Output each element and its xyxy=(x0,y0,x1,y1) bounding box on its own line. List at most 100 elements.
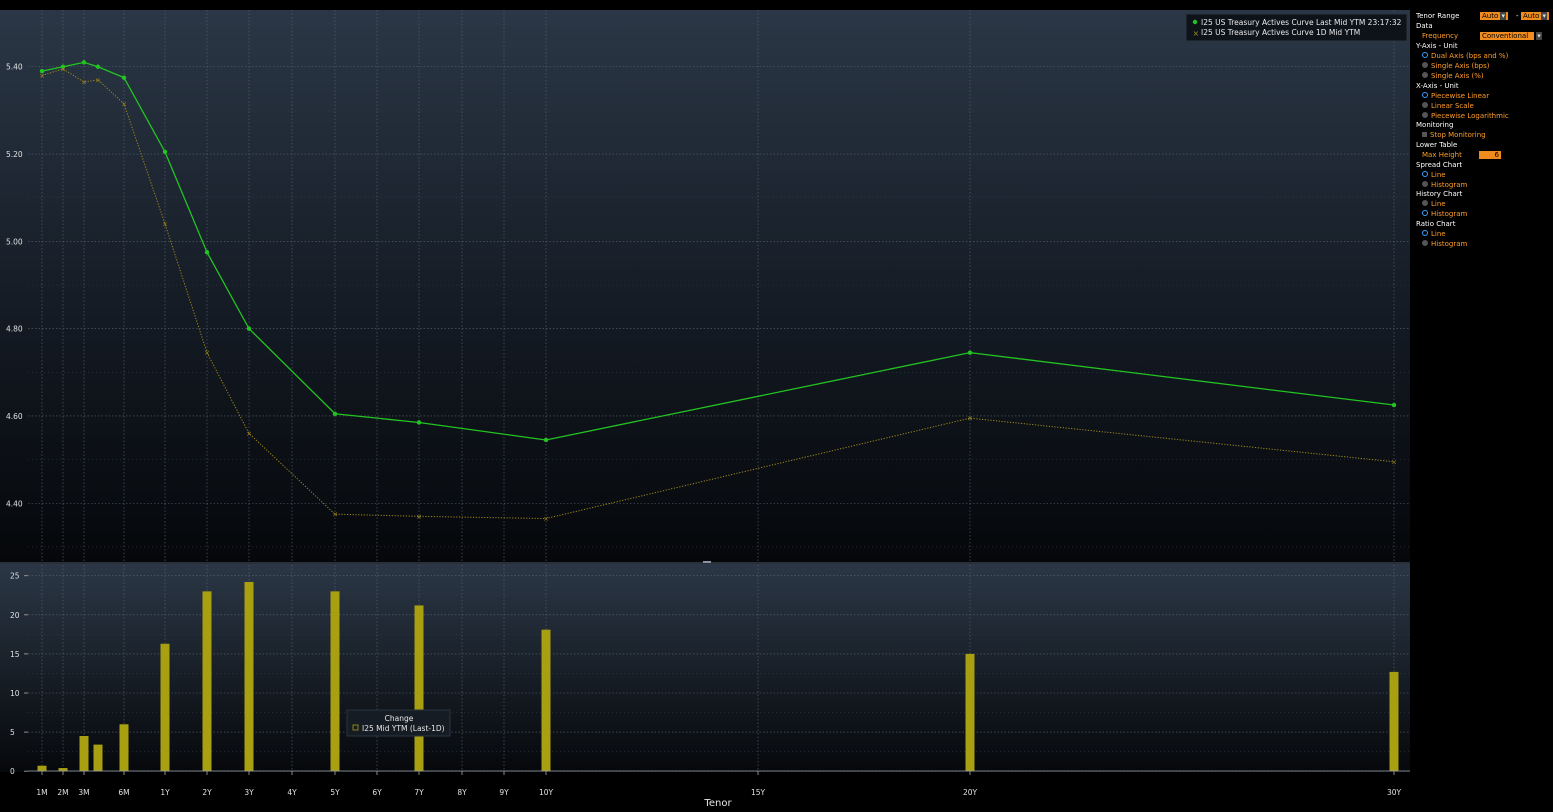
yaxis-unit-label: Y-Axis - Unit xyxy=(1416,42,1458,50)
y-tick-label: 4.40 xyxy=(6,499,23,508)
option-label: Line xyxy=(1431,230,1446,238)
lower-legend-title: Change xyxy=(385,714,414,723)
y-tick-label: 5.00 xyxy=(6,237,23,246)
x-tick-label: 4Y xyxy=(287,788,297,797)
frequency-dropdown[interactable]: Conventional ▾ xyxy=(1480,32,1542,40)
x-tick-label: 2M xyxy=(57,788,68,797)
change-bar-1Y xyxy=(160,643,170,772)
radio-selected-icon xyxy=(1422,210,1428,216)
radio-selected-icon xyxy=(1422,92,1428,98)
legend-dot-last xyxy=(1192,19,1198,25)
radio-unselected-icon xyxy=(1422,112,1428,118)
change-bar-1M xyxy=(37,765,47,772)
x-tick-label: 3M xyxy=(78,788,89,797)
option-label: Histogram xyxy=(1431,240,1468,248)
y-tick-label: 25 xyxy=(10,572,20,581)
y-tick-label: 4.80 xyxy=(6,325,23,334)
option-label: Piecewise Linear xyxy=(1431,92,1490,100)
stop-monitoring-checkbox[interactable]: Stop Monitoring xyxy=(1422,130,1486,140)
x-tick-label: 8Y xyxy=(457,788,467,797)
max-height-label: Max Height xyxy=(1422,151,1462,159)
monitoring-label: Monitoring xyxy=(1416,121,1454,129)
curve-1d-point-2M: × xyxy=(60,65,66,73)
chevron-down-icon: ▾ xyxy=(1541,12,1548,20)
history-option-histogram[interactable]: Histogram xyxy=(1422,209,1467,219)
x-tick-label: 30Y xyxy=(1387,788,1402,797)
x-axis-title: Tenor xyxy=(703,798,732,809)
max-height-input[interactable]: 6 xyxy=(1479,151,1501,159)
ratio-chart-label: Ratio Chart xyxy=(1416,220,1456,228)
upper-legend: I25 US Treasury Actives Curve Last Mid Y… xyxy=(1185,13,1408,42)
yaxis-option-pct[interactable]: Single Axis (%) xyxy=(1422,71,1484,81)
option-label: Dual Axis (bps and %) xyxy=(1431,52,1509,60)
tenor-to-value: Auto xyxy=(1523,12,1540,20)
option-label: Linear Scale xyxy=(1431,102,1474,110)
ratio-option-histogram[interactable]: Histogram xyxy=(1422,239,1467,249)
spread-chart-label: Spread Chart xyxy=(1416,161,1463,169)
y-tick-label: 20 xyxy=(10,611,20,620)
yield-curve-chart: × × × × × × × × × × × × × 1M 2M 3M 6M 1Y 2Y 3Y 4Y 5Y 6Y 7Y 8Y 9Y… xyxy=(0,0,1412,812)
yaxis-option-dual[interactable]: Dual Axis (bps and %) xyxy=(1422,51,1508,61)
upper-plot-area xyxy=(0,10,1410,562)
option-label: Histogram xyxy=(1431,181,1468,189)
curve-last-point-3Y xyxy=(246,326,252,331)
tenor-to-dropdown[interactable]: Auto ▾ xyxy=(1521,12,1550,20)
curve-1d-point-5Y: × xyxy=(332,511,338,519)
change-bar-7Y xyxy=(414,605,424,772)
y-tick-label: 4.60 xyxy=(6,412,23,421)
x-tick-label: 5Y xyxy=(330,788,340,797)
curve-last-point-10Y xyxy=(543,437,549,443)
x-tick-label: 20Y xyxy=(963,788,978,797)
y-tick-label: 0 xyxy=(10,767,15,776)
xaxis-option-linear[interactable]: Linear Scale xyxy=(1422,101,1474,111)
curve-last-point-6M xyxy=(121,75,127,80)
yaxis-option-bps[interactable]: Single Axis (bps) xyxy=(1422,61,1490,71)
radio-unselected-icon xyxy=(1422,240,1428,246)
frequency-label: Frequency xyxy=(1422,32,1459,40)
change-bar-10Y xyxy=(541,629,551,772)
change-bar-2Y xyxy=(202,591,212,772)
curve-1d-point-4M: × xyxy=(95,76,101,84)
legend-label-last: I25 US Treasury Actives Curve Last Mid Y… xyxy=(1201,18,1402,27)
change-bar-3M xyxy=(79,736,89,772)
x-tick-label: 10Y xyxy=(539,788,554,797)
tenor-from-dropdown[interactable]: Auto ▾ xyxy=(1480,12,1509,20)
curve-last-point-20Y xyxy=(967,350,973,355)
curve-last-point-2Y xyxy=(204,250,210,255)
xaxis-unit-label: X-Axis - Unit xyxy=(1416,82,1459,90)
x-tick-label: 1M xyxy=(36,788,47,797)
ratio-option-line[interactable]: Line xyxy=(1422,229,1446,239)
curve-1d-point-7Y: × xyxy=(416,513,422,521)
curve-1d-point-2Y: × xyxy=(204,349,210,357)
legend-label-1d: I25 US Treasury Actives Curve 1D Mid YTM xyxy=(1201,28,1360,37)
radio-selected-icon xyxy=(1422,171,1428,177)
tenor-from-value: Auto xyxy=(1482,12,1499,20)
y-tick-label: 10 xyxy=(10,689,20,698)
spread-option-line[interactable]: Line xyxy=(1422,170,1446,180)
frequency-value: Conventional xyxy=(1482,32,1529,40)
radio-unselected-icon xyxy=(1422,181,1428,187)
change-bar-20Y xyxy=(965,653,975,772)
curve-1d-point-30Y: × xyxy=(1391,458,1397,466)
option-label: Line xyxy=(1431,171,1446,179)
chevron-down-icon: ▾ xyxy=(1536,32,1542,40)
radio-unselected-icon xyxy=(1422,62,1428,68)
x-tick-label: 2Y xyxy=(202,788,212,797)
lower-legend: Change I25 Mid YTM (Last-1D) xyxy=(346,709,451,737)
curve-last-point-4M xyxy=(95,64,101,69)
tenor-range-separator: - xyxy=(1516,12,1519,20)
x-tick-label: 6M xyxy=(118,788,129,797)
change-bar-30Y xyxy=(1389,671,1399,772)
radio-unselected-icon xyxy=(1422,72,1428,78)
history-option-line[interactable]: Line xyxy=(1422,199,1446,209)
x-tick-label: 7Y xyxy=(414,788,424,797)
legend-marker-1d: × xyxy=(1193,29,1200,38)
curve-last-point-3M xyxy=(81,60,87,65)
checkbox-icon xyxy=(1422,131,1427,137)
y-tick-label: 15 xyxy=(10,650,20,659)
curve-last-point-5Y xyxy=(332,411,338,416)
xaxis-option-piecewise-linear[interactable]: Piecewise Linear xyxy=(1422,91,1489,101)
x-tick-label: 9Y xyxy=(499,788,509,797)
data-section-label: Data xyxy=(1416,22,1433,30)
option-label: Line xyxy=(1431,200,1446,208)
